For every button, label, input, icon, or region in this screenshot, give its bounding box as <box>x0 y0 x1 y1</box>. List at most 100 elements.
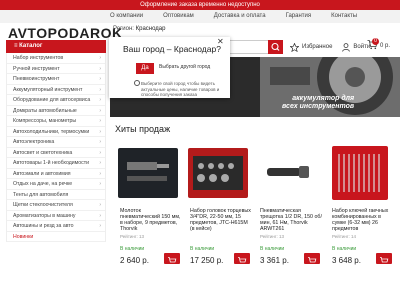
sidebar-item-fridges[interactable]: Автохолодильники, термосумки › <box>7 127 105 137</box>
cart-icon <box>308 257 317 263</box>
stock-status: В наличии <box>332 246 357 252</box>
chevron-right-icon: › <box>99 128 101 135</box>
sidebar-item-new[interactable]: Новинки <box>7 232 105 242</box>
cart-sum[interactable]: 0 р. <box>380 43 390 49</box>
nav-link-warranty[interactable]: Гарантия <box>286 10 312 23</box>
sidebar-item-essentials[interactable]: Автотовары 1-й необходимости › <box>7 158 105 169</box>
sidebar-item-label: Новинки <box>13 233 34 240</box>
sidebar-item-label: Ароматизаторы в машину <box>13 212 76 219</box>
user-icon <box>342 42 351 52</box>
nav-link-wholesale[interactable]: Оптовикам <box>163 10 194 23</box>
choose-other-city-link[interactable]: Выбрать другой город <box>159 64 210 70</box>
search-button[interactable] <box>268 40 283 54</box>
sidebar-item-battery-tools[interactable]: Аккумуляторный инструмент › <box>7 85 105 95</box>
region-label: Регион: <box>113 26 134 32</box>
sidebar-item-label: Отдых на даче, на речке <box>13 181 73 187</box>
product-card[interactable]: Набор ключей гаечных комбинированных в с… <box>327 142 394 270</box>
product-name[interactable]: Пневматическая трещотка 1/2 DR, 150 об/м… <box>260 208 322 232</box>
sidebar-item-compressors[interactable]: Компрессоры, манометры › <box>7 116 105 127</box>
chevron-right-icon: › <box>99 149 101 156</box>
sidebar-item-label: Ручной инструмент <box>13 65 60 72</box>
sidebar-item-label: Компрессоры, манометры <box>13 118 77 124</box>
sidebar-item-label: Автоэлектроника <box>13 139 55 145</box>
chevron-right-icon: › <box>99 65 101 72</box>
banner-line-1: аккумулятор для <box>292 95 355 102</box>
sidebar-item-fresheners[interactable]: Ароматизаторы в машину › <box>7 211 105 221</box>
nav-link-delivery[interactable]: Доставка и оплата <box>214 10 266 23</box>
stock-status: В наличии <box>190 246 215 252</box>
sidebar-item-wipers[interactable]: Щетки стеклоочистителя › <box>7 200 105 211</box>
sidebar-item-label: Автошины и резд за авто <box>13 223 74 229</box>
sidebar-item-electronics[interactable]: Автоэлектроника › <box>7 137 105 148</box>
banner-line-2: всех инструментов <box>282 103 355 110</box>
product-image <box>118 148 178 198</box>
favorites-label: Избранное <box>302 44 333 50</box>
cart-icon <box>238 257 247 263</box>
popup-title: Ваш город – Краснодар? <box>123 44 221 54</box>
sidebar-item-service-equipment[interactable]: Оборудование для автосервиса › <box>7 95 105 106</box>
product-price: 2 640 р. <box>120 256 149 265</box>
chevron-right-icon: › <box>99 86 101 93</box>
sidebar-item-outdoor[interactable]: Отдых на даче, на речке › <box>7 179 105 190</box>
add-to-cart-button[interactable] <box>164 253 180 264</box>
product-rating: Рейтинг: 14 <box>332 234 357 239</box>
sidebar-item-label: Оборудование для автосервиса <box>13 97 91 103</box>
sidebar-item-pneumatic[interactable]: Пневмоинструмент › <box>7 74 105 85</box>
sidebar-item-tool-sets[interactable]: Набор инструментов › <box>7 53 105 64</box>
sidebar-item-label: Автосвет и светотехника <box>13 149 73 156</box>
add-to-cart-button[interactable] <box>234 253 250 264</box>
product-card[interactable]: Молоток пневматический 150 мм, в наборе,… <box>115 142 182 270</box>
region-value[interactable]: Краснодар <box>136 26 166 32</box>
nav-link-about[interactable]: О компании <box>110 10 143 23</box>
chevron-right-icon: › <box>99 223 101 229</box>
region-selector[interactable]: Регион: Краснодар <box>113 26 165 32</box>
star-icon <box>290 42 299 52</box>
nav-link-contacts[interactable]: Контакты <box>331 10 357 23</box>
chevron-right-icon: › <box>99 55 101 61</box>
catalog-button[interactable]: ≡ Каталог <box>6 40 106 53</box>
notice-bar: Оформление заказа временно недоступно <box>0 0 400 10</box>
product-name[interactable]: Набор головок торцевых 3/4"DR, 22-50 мм,… <box>190 208 252 232</box>
info-icon <box>134 80 140 86</box>
product-card[interactable]: Пневматическая трещотка 1/2 DR, 150 об/м… <box>255 142 322 270</box>
product-price: 3 648 р. <box>332 256 361 265</box>
cart-icon <box>380 257 389 263</box>
search-icon <box>271 42 280 51</box>
favorites-link[interactable]: Избранное <box>290 42 333 52</box>
product-image <box>255 142 322 202</box>
stock-status: В наличии <box>120 246 145 252</box>
popup-note: Выберите свой город чтобы видеть актуаль… <box>141 81 220 97</box>
catalog-sidebar: Набор инструментов › Ручной инструмент › П… <box>6 53 106 242</box>
chevron-right-icon: › <box>99 76 101 82</box>
site-logo[interactable]: AVTOPODAROK <box>8 25 123 41</box>
add-to-cart-button[interactable] <box>304 253 320 264</box>
sidebar-item-label: Домкраты автомобильные <box>13 107 77 114</box>
banner-caption: аккумулятор для всех инструментов <box>282 95 354 111</box>
add-to-cart-button[interactable] <box>376 253 392 264</box>
sidebar-item-hand-tools[interactable]: Ручной инструмент › <box>7 64 105 74</box>
product-image <box>188 148 248 198</box>
section-title: Хиты продаж <box>115 124 171 134</box>
sidebar-item-label: Пневмоинструмент <box>13 76 60 82</box>
chevron-right-icon: › <box>99 202 101 208</box>
sidebar-item-jacks[interactable]: Домкраты автомобильные › <box>7 106 105 116</box>
catalog-label: Каталог <box>19 43 43 49</box>
chevron-right-icon: › <box>99 139 101 145</box>
top-nav: О компании Оптовикам Доставка и оплата Г… <box>0 10 400 23</box>
product-rating: Рейтинг: 13 <box>260 234 285 239</box>
product-card[interactable]: Набор головок торцевых 3/4"DR, 22-50 мм,… <box>185 142 252 270</box>
product-rating: Рейтинг: 13 <box>120 234 145 239</box>
product-image <box>332 146 388 200</box>
sidebar-item-lighting[interactable]: Автосвет и светотехника › <box>7 148 105 158</box>
chevron-right-icon: › <box>99 160 101 166</box>
sidebar-item-label: Тенты для автомобиля <box>13 191 69 198</box>
product-name[interactable]: Набор ключей гаечных комбинированных в с… <box>332 208 394 232</box>
sidebar-item-tires[interactable]: Автошины и резд за авто › <box>7 221 105 232</box>
sidebar-item-tents[interactable]: Тенты для автомобиля <box>7 190 105 200</box>
sidebar-item-label: Набор инструментов <box>13 55 64 61</box>
confirm-city-button[interactable]: Да <box>136 63 154 74</box>
sidebar-item-chemicals[interactable]: Автоэмали и автохимия › <box>7 169 105 179</box>
chevron-right-icon: › <box>99 181 101 187</box>
chevron-right-icon: › <box>99 97 101 103</box>
product-name[interactable]: Молоток пневматический 150 мм, в наборе,… <box>120 208 182 232</box>
